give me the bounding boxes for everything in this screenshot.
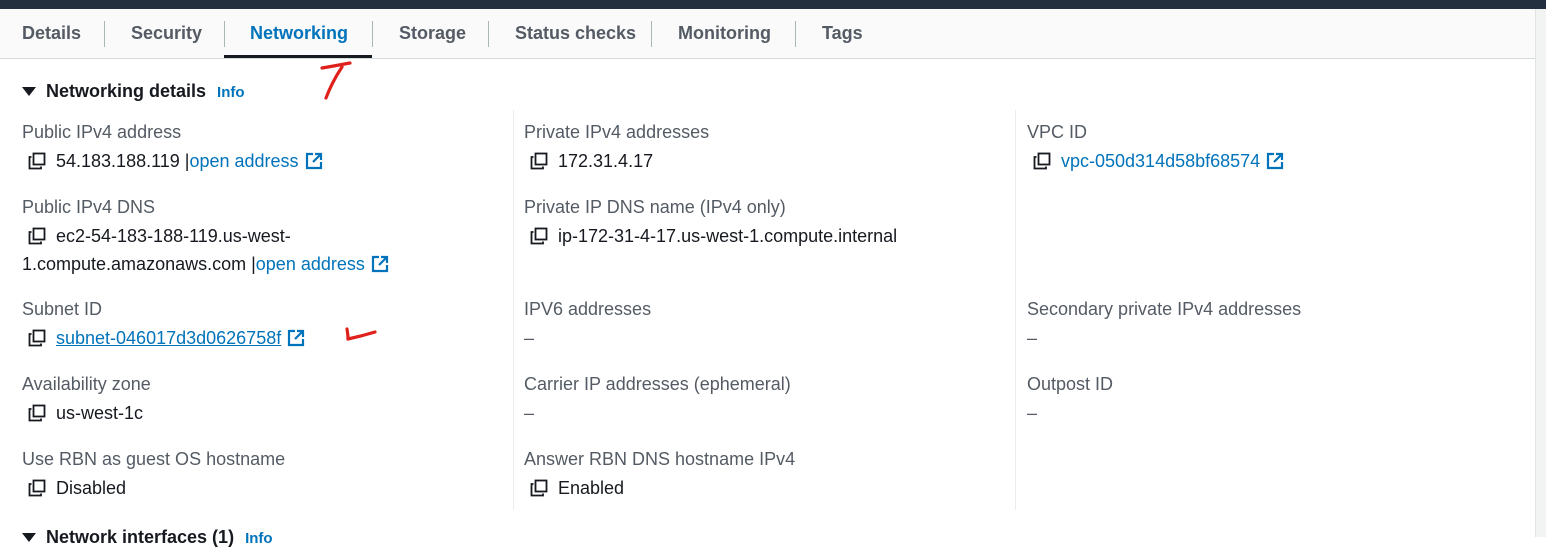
private-dns-field: Private IP DNS name (IPv4 only) ip-172-3… [524, 195, 897, 250]
field-value-continued: 1.compute.amazonaws.com |open address [22, 250, 389, 278]
tab-storage[interactable]: Storage [399, 9, 466, 57]
field-label: Public IPv4 DNS [22, 197, 156, 217]
public-ipv4-value: 54.183.188.119 | [56, 151, 190, 171]
column-divider [513, 110, 514, 510]
copy-icon[interactable] [28, 329, 46, 347]
field-value: Disabled [22, 474, 285, 502]
tab-security[interactable]: Security [131, 9, 202, 57]
field-label: Private IPv4 addresses [524, 122, 710, 142]
subnet-id-link[interactable]: subnet-046017d3d0626758f [56, 328, 281, 348]
tab-tags[interactable]: Tags [822, 9, 863, 57]
caret-down-icon[interactable] [22, 532, 36, 542]
field-value: vpc-050d314d58bf68574 [1027, 147, 1284, 175]
networking-details-header[interactable]: Networking details Info [22, 78, 245, 104]
field-label: Carrier IP addresses (ephemeral) [524, 374, 791, 394]
copy-icon[interactable] [28, 404, 46, 422]
field-value: – [524, 328, 535, 348]
tab-separator [651, 21, 652, 47]
info-link[interactable]: Info [245, 530, 273, 547]
availability-zone-field: Availability zone us-west-1c [22, 372, 151, 427]
field-value: – [1027, 328, 1038, 348]
field-label: Use RBN as guest OS hostname [22, 449, 286, 469]
copy-icon[interactable] [28, 479, 46, 497]
field-label: Secondary private IPv4 addresses [1027, 299, 1302, 319]
field-label: Private IP DNS name (IPv4 only) [524, 197, 786, 217]
field-label: VPC ID [1027, 122, 1088, 142]
open-address-link[interactable]: open address [189, 151, 298, 171]
external-link-icon[interactable] [287, 329, 305, 347]
caret-down-icon[interactable] [22, 86, 36, 96]
field-label: IPV6 addresses [524, 299, 652, 319]
section-title: Networking details [46, 80, 207, 101]
annotation-arrow-left-icon [345, 327, 377, 341]
tab-separator [795, 21, 796, 47]
field-value: ec2-54-183-188-119.us-west- [22, 222, 389, 250]
field-label: Availability zone [22, 374, 151, 394]
tab-separator [488, 21, 489, 47]
info-link[interactable]: Info [217, 84, 245, 101]
tab-status-checks[interactable]: Status checks [515, 9, 636, 57]
subnet-id-field: Subnet ID subnet-046017d3d0626758f [22, 297, 305, 352]
field-value: – [524, 403, 535, 423]
rbn-hostname-field: Use RBN as guest OS hostname Disabled [22, 447, 285, 502]
copy-icon[interactable] [28, 227, 46, 245]
field-label: Public IPv4 address [22, 122, 182, 142]
carrier-ip-field: Carrier IP addresses (ephemeral) – [524, 372, 791, 427]
copy-icon[interactable] [530, 479, 548, 497]
annotation-arrow-up-icon [320, 61, 352, 100]
field-value: – [1027, 403, 1038, 423]
top-header-bar [0, 0, 1546, 9]
outpost-id-field: Outpost ID – [1027, 372, 1113, 427]
tab-bar: Details Security Networking Storage Stat… [0, 9, 1535, 59]
copy-icon[interactable] [530, 227, 548, 245]
public-dns-field: Public IPv4 DNS ec2-54-183-188-119.us-we… [22, 195, 389, 278]
vpc-id-field: VPC ID vpc-050d314d58bf68574 [1027, 120, 1284, 175]
copy-icon[interactable] [530, 152, 548, 170]
section-title: Network interfaces (1) [46, 526, 235, 547]
public-dns-value: ec2-54-183-188-119.us-west- [56, 226, 291, 246]
tab-separator [372, 21, 373, 47]
column-divider [1015, 110, 1016, 510]
answer-rbn-field: Answer RBN DNS hostname IPv4 Enabled [524, 447, 795, 502]
secondary-ipv4-field: Secondary private IPv4 addresses – [1027, 297, 1301, 352]
copy-icon[interactable] [1033, 152, 1051, 170]
external-link-icon[interactable] [305, 152, 323, 170]
field-label: Subnet ID [22, 299, 103, 319]
tab-details[interactable]: Details [22, 9, 81, 57]
answer-rbn-value: Enabled [558, 478, 625, 498]
ipv6-field: IPV6 addresses – [524, 297, 651, 352]
field-value: Enabled [524, 474, 795, 502]
rbn-hostname-value: Disabled [56, 478, 127, 498]
field-label: Answer RBN DNS hostname IPv4 [524, 449, 796, 469]
field-value: us-west-1c [22, 399, 151, 427]
vpc-id-link[interactable]: vpc-050d314d58bf68574 [1061, 151, 1260, 171]
field-value: ip-172-31-4-17.us-west-1.compute.interna… [524, 222, 897, 250]
public-dns-value-line2: 1.compute.amazonaws.com | [22, 254, 256, 274]
external-link-icon[interactable] [1266, 152, 1284, 170]
field-value: subnet-046017d3d0626758f [22, 324, 305, 352]
network-interfaces-header[interactable]: Network interfaces (1) Info [22, 524, 273, 550]
tab-networking[interactable]: Networking [250, 9, 348, 57]
tab-separator [104, 21, 105, 47]
field-value: 54.183.188.119 |open address [22, 147, 323, 175]
external-link-icon[interactable] [371, 255, 389, 273]
field-value: 172.31.4.17 [524, 147, 709, 175]
private-ipv4-field: Private IPv4 addresses 172.31.4.17 [524, 120, 709, 175]
private-ipv4-value: 172.31.4.17 [558, 151, 654, 171]
open-address-link[interactable]: open address [256, 254, 365, 274]
field-label: Outpost ID [1027, 374, 1114, 394]
public-ipv4-field: Public IPv4 address 54.183.188.119 |open… [22, 120, 323, 175]
tab-separator [224, 21, 225, 47]
copy-icon[interactable] [28, 152, 46, 170]
private-dns-value: ip-172-31-4-17.us-west-1.compute.interna… [558, 226, 898, 246]
tab-monitoring[interactable]: Monitoring [678, 9, 771, 57]
scrollbar[interactable] [1535, 9, 1546, 537]
availability-zone-value: us-west-1c [56, 403, 144, 423]
